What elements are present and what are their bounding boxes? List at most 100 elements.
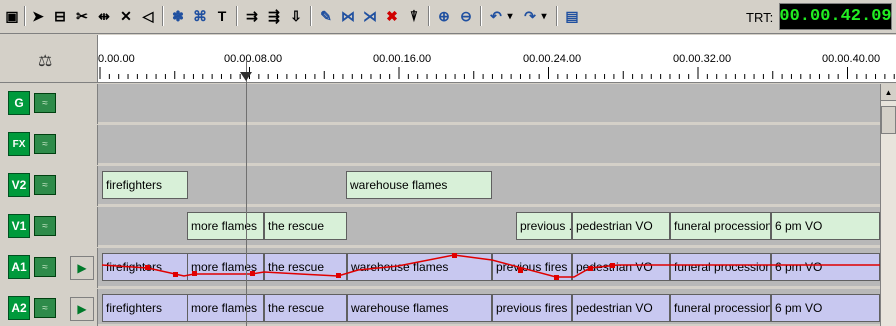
track-content[interactable]: more flames the rescue previous ... pede… <box>98 207 880 247</box>
ruler-corner: ⚖ <box>0 35 98 83</box>
undo-dropdown-icon[interactable]: ▾ <box>504 5 516 27</box>
effects-icon[interactable]: ✽ <box>168 5 188 27</box>
timeline-ruler[interactable]: 0.00.00 00.00.08.00 00.00.16.00 00.00.24… <box>98 35 896 83</box>
volume-keyframe[interactable] <box>452 253 457 258</box>
toolbar-separator <box>310 6 312 26</box>
timeline-clip[interactable]: funeral procession <box>670 294 771 322</box>
track-monitor-icon[interactable]: ≈ <box>34 93 56 113</box>
track-content[interactable] <box>98 125 880 165</box>
timeline-clip[interactable]: previous ... <box>516 212 572 240</box>
settings-icon[interactable]: ▤ <box>562 5 582 27</box>
track-content[interactable]: firefighters more flames the rescue ware… <box>98 248 880 288</box>
timeline-clip[interactable]: firefighters <box>102 171 188 199</box>
track-monitor-icon[interactable]: ≈ <box>34 216 56 236</box>
timeline-clip[interactable]: the rescue <box>264 294 347 322</box>
track-v2: V2 ≈ firefighters warehouse flames <box>0 166 896 206</box>
toolbar-separator <box>428 6 430 26</box>
play-icon[interactable]: ▶ <box>70 297 94 321</box>
track-a2: A2 ≈ ▶ firefighters more flames the resc… <box>0 289 896 326</box>
insert-marker-icon[interactable]: ⍒ <box>404 5 424 27</box>
timeline-clip[interactable]: warehouse flames <box>346 171 492 199</box>
track-a1: A1 ≈ ▶ firefighters more flames the resc… <box>0 248 896 288</box>
track-header: G ≈ <box>0 84 98 124</box>
toolbar-separator <box>236 6 238 26</box>
track-header: V1 ≈ <box>0 207 98 247</box>
ruler-label: 0.00.00 <box>98 53 135 65</box>
track-monitor-icon[interactable]: ≈ <box>34 298 56 318</box>
volume-keyframe[interactable] <box>250 271 255 276</box>
ruler-label: 00.00.16.00 <box>373 53 432 65</box>
track-label-badge[interactable]: A1 <box>8 255 30 279</box>
track-header: A1 ≈ ▶ <box>0 248 98 288</box>
track-label-badge[interactable]: FX <box>8 132 30 156</box>
timeline-clip[interactable]: pedestrian VO <box>572 212 670 240</box>
remove-red-x-icon[interactable]: ✖ <box>382 5 402 27</box>
playhead-marker-icon[interactable] <box>240 72 252 81</box>
volume-keyframe[interactable] <box>518 268 523 273</box>
audio-volume-envelope[interactable] <box>98 248 880 288</box>
track-monitor-icon[interactable]: ≈ <box>34 175 56 195</box>
link-icon[interactable]: ✎ <box>316 5 336 27</box>
scroll-up-arrow-icon[interactable]: ▲ <box>881 84 896 101</box>
toolbar-separator <box>162 6 164 26</box>
select-clip-icon[interactable]: ⊟ <box>50 5 70 27</box>
playhead-line[interactable] <box>246 60 247 326</box>
timeline-clip[interactable]: 6 pm VO <box>771 294 880 322</box>
track-monitor-icon[interactable]: ≈ <box>34 257 56 277</box>
scrollbar-thumb[interactable] <box>881 106 896 134</box>
track-label-badge[interactable]: V1 <box>8 214 30 238</box>
volume-keyframe[interactable] <box>554 275 559 280</box>
volume-keyframe[interactable] <box>336 273 341 278</box>
delete-x-icon[interactable]: ✕ <box>116 5 136 27</box>
pointer-icon[interactable]: ➤ <box>28 5 48 27</box>
zoom-in-icon[interactable]: ⊕ <box>434 5 454 27</box>
timeline-clip[interactable]: warehouse flames <box>347 294 492 322</box>
timeline-clip[interactable]: funeral procession <box>670 212 771 240</box>
volume-keyframe[interactable] <box>192 271 197 276</box>
ruler-label: 00.00.32.00 <box>673 53 732 65</box>
ungroup-icon[interactable]: ⋊ <box>360 5 380 27</box>
split-icon[interactable]: ⇹ <box>94 5 114 27</box>
save-icon[interactable]: ▣ <box>2 5 22 27</box>
track-content[interactable] <box>98 84 880 124</box>
track-fx: FX ≈ <box>0 125 896 165</box>
track-content[interactable]: firefighters warehouse flames <box>98 166 880 206</box>
move-backward-icon[interactable]: ⇶ <box>264 5 284 27</box>
track-header: V2 ≈ <box>0 166 98 206</box>
track-label-badge[interactable]: G <box>8 91 30 115</box>
track-content[interactable]: firefighters more flames the rescue ware… <box>98 289 880 326</box>
toolbar-separator <box>24 6 26 26</box>
timeline-clip[interactable]: 6 pm VO <box>771 212 880 240</box>
volume-keyframe[interactable] <box>610 263 615 268</box>
timeline-clip[interactable]: more flames <box>187 294 264 322</box>
vertical-scrollbar[interactable]: ▲ <box>880 84 896 326</box>
volume-keyframe[interactable] <box>588 266 593 271</box>
track-label-badge[interactable]: V2 <box>8 173 30 197</box>
track-monitor-icon[interactable]: ≈ <box>34 134 56 154</box>
text-tool-icon[interactable]: T <box>212 5 232 27</box>
sync-scale-icon[interactable]: ⚖ <box>38 51 52 71</box>
redo-dropdown-icon[interactable]: ▾ <box>538 5 550 27</box>
group-icon[interactable]: ⋈ <box>338 5 358 27</box>
ruler-label: 00.00.24.00 <box>523 53 582 65</box>
timeline-toolbar: ▣ ➤ ⊟ ✂ ⇹ ✕ ◁ ✽ ⌘ T ⇉ ⇶ ⇩ ✎ ⋈ ⋊ ✖ ⍒ ⊕ ⊖ … <box>0 0 896 34</box>
transition-icon[interactable]: ⌘ <box>190 5 210 27</box>
trt-label: TRT: <box>746 10 774 25</box>
audio-volume-icon[interactable]: ◁ <box>138 5 158 27</box>
ripple-icon[interactable]: ⇩ <box>286 5 306 27</box>
move-forward-icon[interactable]: ⇉ <box>242 5 262 27</box>
timeline-clip[interactable]: more flames <box>187 212 264 240</box>
track-label-badge[interactable]: A2 <box>8 296 30 320</box>
redo-icon[interactable]: ↷ <box>520 5 540 27</box>
timeline-clip[interactable]: the rescue <box>264 212 347 240</box>
zoom-out-icon[interactable]: ⊖ <box>456 5 476 27</box>
razor-icon[interactable]: ✂ <box>72 5 92 27</box>
toolbar-separator <box>556 6 558 26</box>
play-icon[interactable]: ▶ <box>70 256 94 280</box>
timeline-clip[interactable]: pedestrian VO <box>572 294 670 322</box>
volume-keyframe[interactable] <box>173 272 178 277</box>
undo-icon[interactable]: ↶ <box>486 5 506 27</box>
timeline-clip[interactable]: previous fires <box>492 294 572 322</box>
volume-keyframe[interactable] <box>145 265 150 270</box>
timeline-clip[interactable]: firefighters <box>102 294 188 322</box>
